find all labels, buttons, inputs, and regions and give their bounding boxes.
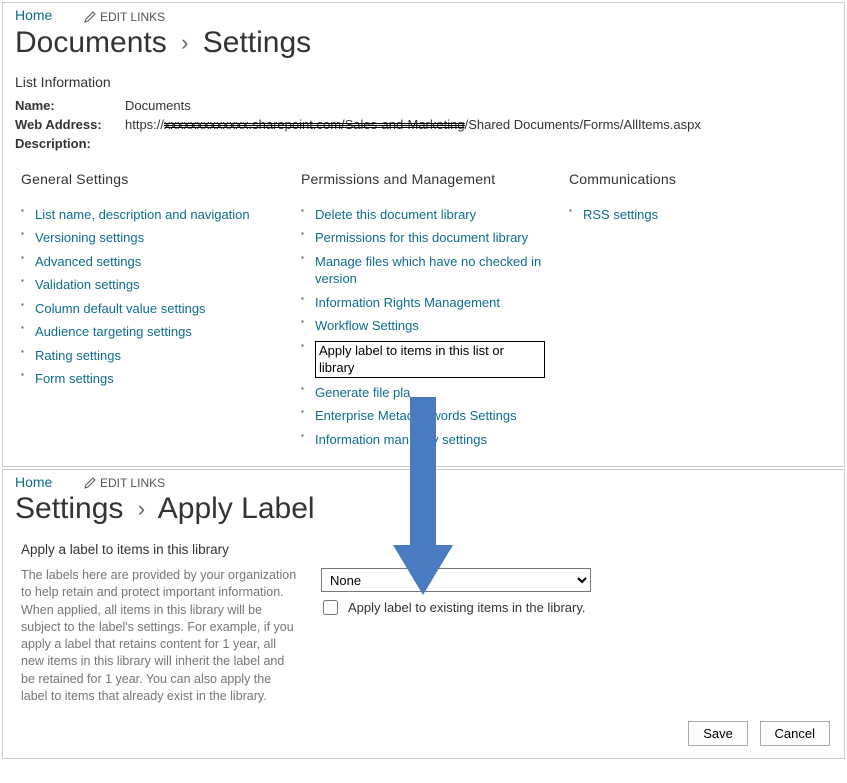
pencil-icon — [84, 11, 96, 23]
list-information: Name: Documents Web Address: https://xxx… — [3, 94, 844, 167]
apply-label-description: The labels here are provided by your org… — [21, 567, 299, 705]
edit-links-button[interactable]: EDIT LINKS — [84, 476, 165, 490]
edit-links-button[interactable]: EDIT LINKS — [84, 10, 165, 24]
general-link[interactable]: List name, description and navigation — [35, 207, 250, 222]
settings-link: Validation settings — [21, 273, 277, 297]
settings-link: Workflow Settings — [301, 314, 545, 338]
nav-home-link[interactable]: Home — [15, 7, 52, 23]
permissions-link[interactable]: Delete this document library — [315, 207, 476, 222]
settings-link: RSS settings — [569, 203, 830, 227]
general-link[interactable]: Advanced settings — [35, 254, 141, 269]
breadcrumb-current: Settings — [203, 26, 311, 59]
apply-existing-label: Apply label to existing items in the lib… — [348, 600, 585, 615]
settings-link: Form settings — [21, 367, 277, 391]
info-webaddress-value: https://xxxxxxxxxxxxx.sharepoint.com/Sal… — [125, 115, 701, 134]
pencil-icon — [84, 477, 96, 489]
annotation-arrow-icon — [388, 397, 458, 597]
list-information-heading: List Information — [3, 70, 844, 94]
settings-link: Delete this document library — [301, 203, 545, 227]
permissions-link[interactable]: Apply label to items in this list or lib… — [315, 360, 545, 375]
nav-home-link[interactable]: Home — [15, 474, 52, 490]
settings-link: Information Rights Management — [301, 291, 545, 315]
info-webaddress-label: Web Address: — [15, 115, 125, 134]
settings-link: Permissions for this document library — [301, 226, 545, 250]
general-link[interactable]: Rating settings — [35, 348, 121, 363]
communications-link[interactable]: RSS settings — [583, 207, 658, 222]
permissions-link[interactable]: Manage files which have no checked in ve… — [315, 254, 541, 287]
breadcrumb-root[interactable]: Documents — [15, 26, 167, 59]
breadcrumb-separator-icon: › — [132, 496, 151, 521]
settings-link: Advanced settings — [21, 250, 277, 274]
settings-link: Apply label to items in this list or lib… — [301, 338, 545, 381]
breadcrumb-separator-icon: › — [175, 30, 194, 55]
apply-existing-checkbox[interactable] — [323, 600, 338, 615]
general-settings-heading: General Settings — [21, 171, 273, 187]
info-name-label: Name: — [15, 96, 125, 115]
settings-link: Versioning settings — [21, 226, 277, 250]
permissions-heading: Permissions and Management — [301, 171, 541, 187]
communications-heading: Communications — [569, 171, 826, 187]
info-name-value: Documents — [125, 96, 191, 115]
settings-link: Manage files which have no checked in ve… — [301, 250, 545, 291]
permissions-link[interactable]: Permissions for this document library — [315, 230, 528, 245]
breadcrumb-root[interactable]: Settings — [15, 492, 123, 525]
settings-link: List name, description and navigation — [21, 203, 277, 227]
settings-link: Column default value settings — [21, 297, 277, 321]
general-link[interactable]: Audience targeting settings — [35, 324, 192, 339]
general-link[interactable]: Versioning settings — [35, 230, 144, 245]
page-title: Documents › Settings — [3, 26, 844, 70]
info-description-label: Description: — [15, 134, 125, 153]
permissions-link[interactable]: Workflow Settings — [315, 318, 419, 333]
general-link[interactable]: Form settings — [35, 371, 114, 386]
apply-label-subheading: Apply a label to items in this library — [21, 542, 299, 557]
save-button[interactable]: Save — [688, 721, 748, 746]
general-link[interactable]: Column default value settings — [35, 301, 206, 316]
settings-link: Rating settings — [21, 344, 277, 368]
general-link[interactable]: Validation settings — [35, 277, 140, 292]
cancel-button[interactable]: Cancel — [760, 721, 830, 746]
breadcrumb-current: Apply Label — [158, 492, 315, 525]
settings-link: Audience targeting settings — [21, 320, 277, 344]
permissions-link[interactable]: Information Rights Management — [315, 295, 500, 310]
